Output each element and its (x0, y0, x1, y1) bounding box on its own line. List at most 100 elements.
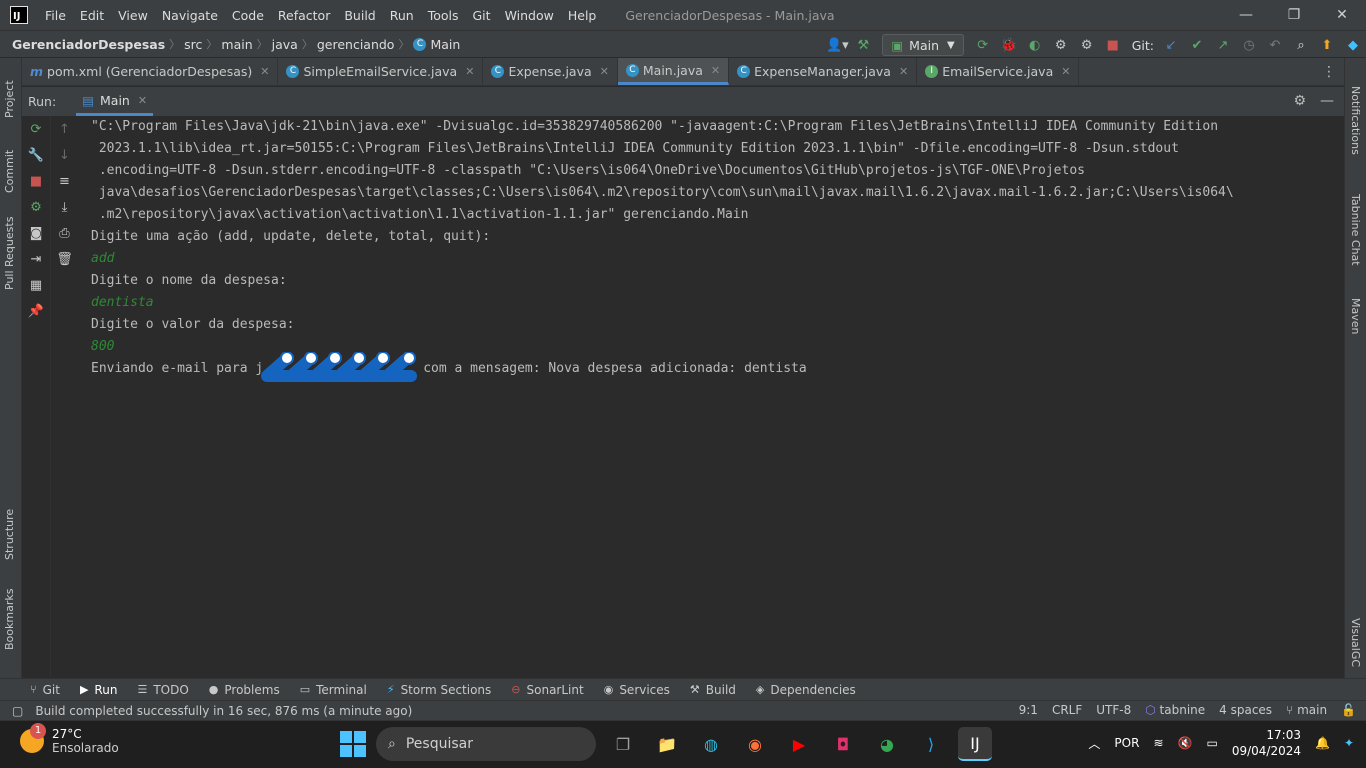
taskbar-search[interactable]: ⌕ Pesquisar (376, 727, 596, 761)
git-branch-widget[interactable]: ⑂ main (1286, 703, 1327, 717)
instagram-icon[interactable]: ◘ (826, 727, 860, 761)
jetbrains-ai-icon[interactable]: ◆ (1340, 32, 1366, 58)
bottom-tab-run[interactable]: ▶ Run (80, 683, 117, 697)
rerun-icon[interactable]: ⟳ (970, 32, 996, 58)
intellij-logo-icon[interactable]: IJ (10, 6, 28, 24)
windows-start-icon[interactable] (340, 731, 366, 757)
scroll-to-end-icon[interactable]: ⤓ (54, 194, 76, 220)
breadcrumb-main[interactable]: main (221, 37, 252, 52)
close-icon[interactable]: ✕ (138, 94, 147, 107)
caret-position[interactable]: 9:1 (1019, 703, 1038, 717)
maven-tool-button[interactable]: Maven (1349, 298, 1362, 334)
update-icon[interactable]: ⬆ (1314, 32, 1340, 58)
menu-code[interactable]: Code (225, 8, 271, 23)
menu-window[interactable]: Window (498, 8, 561, 23)
notifications-tool-button[interactable]: Notifications (1349, 86, 1362, 155)
arrow-up-icon[interactable]: ↑ (54, 116, 76, 142)
close-icon[interactable]: ✕ (260, 65, 269, 78)
trash-icon[interactable]: 🗑 (54, 246, 76, 272)
git-push-icon[interactable]: ↗ (1210, 32, 1236, 58)
breadcrumb-project[interactable]: GerenciadorDespesas (12, 37, 165, 52)
hammer-build-icon[interactable]: ⚒ (850, 32, 876, 58)
restore-button[interactable]: ❐ (1270, 0, 1318, 30)
user-icon[interactable]: 👤▾ (824, 32, 850, 58)
tab-expense[interactable]: C Expense.java ✕ (483, 58, 618, 85)
lock-icon[interactable]: 🔓 (1341, 703, 1356, 717)
more-vertical-icon[interactable]: ⋮ (1322, 64, 1336, 80)
tab-main[interactable]: C Main.java ✕ (617, 58, 730, 85)
bottom-tab-problems[interactable]: ● Problems (209, 683, 280, 697)
menu-edit[interactable]: Edit (73, 8, 111, 23)
hide-panel-icon[interactable]: — (1320, 93, 1334, 109)
chevron-up-icon[interactable]: ︿ (1088, 735, 1100, 752)
bottom-tab-build[interactable]: ⚒ Build (690, 683, 736, 697)
bottom-tab-terminal[interactable]: ▭ Terminal (300, 683, 367, 697)
close-icon[interactable]: ✕ (1061, 65, 1070, 78)
menu-help[interactable]: Help (561, 8, 604, 23)
close-button[interactable]: ✕ (1318, 0, 1366, 30)
rerun-icon[interactable]: ⟳ (25, 116, 47, 142)
bottom-tab-services[interactable]: ◉ Services (604, 683, 670, 697)
stop-icon[interactable]: ■ (25, 168, 47, 194)
tabnine-chat-tool-button[interactable]: Tabnine Chat (1349, 194, 1362, 266)
menu-build[interactable]: Build (337, 8, 382, 23)
settings-gear-icon[interactable]: ⚙ (1293, 93, 1306, 109)
history-icon[interactable]: ◷ (1236, 32, 1262, 58)
menu-navigate[interactable]: Navigate (155, 8, 225, 23)
stop-icon[interactable]: ■ (1100, 32, 1126, 58)
run-tab-main[interactable]: ▤ Main ✕ (76, 87, 154, 116)
print-icon[interactable]: ⎙ (54, 220, 76, 246)
chrome-icon[interactable]: ◕ (870, 727, 904, 761)
menu-git[interactable]: Git (466, 8, 498, 23)
bookmarks-tool-button[interactable]: Bookmarks (3, 589, 16, 650)
menu-file[interactable]: File (38, 8, 73, 23)
file-explorer-icon[interactable]: 📁 (650, 727, 684, 761)
soft-wrap-icon[interactable]: ≡ (54, 168, 76, 194)
wifi-icon[interactable]: ≋ (1153, 736, 1163, 750)
close-icon[interactable]: ✕ (899, 65, 908, 78)
git-commit-icon[interactable]: ✔ (1184, 32, 1210, 58)
breadcrumb-src[interactable]: src (184, 37, 202, 52)
bottom-tab-sonarlint[interactable]: ⊖ SonarLint (511, 683, 583, 697)
firefox-icon[interactable]: ◉ (738, 727, 772, 761)
commit-tool-button[interactable]: Commit (3, 150, 16, 193)
breadcrumb-java[interactable]: java (272, 37, 298, 52)
search-icon[interactable]: ⌕ (1288, 32, 1314, 58)
clock[interactable]: 17:03 09/04/2024 (1232, 727, 1301, 759)
pull-requests-tool-button[interactable]: Pull Requests (3, 217, 16, 290)
minimize-button[interactable]: — (1222, 0, 1270, 30)
bottom-tab-dependencies[interactable]: ◈ Dependencies (756, 683, 856, 697)
breadcrumb-package[interactable]: gerenciando (317, 37, 395, 52)
vscode-icon[interactable]: ⟩ (914, 727, 948, 761)
restore-layout-icon[interactable]: ⚙ (25, 194, 47, 220)
bottom-tab-todo[interactable]: ☰ TODO (137, 683, 188, 697)
copilot-icon[interactable]: ✦ (1344, 736, 1354, 750)
line-separator[interactable]: CRLF (1052, 703, 1082, 717)
task-view-icon[interactable]: ❐ (606, 727, 640, 761)
close-icon[interactable]: ✕ (711, 64, 720, 77)
weather-widget[interactable]: 1 27°C Ensolarado (20, 723, 119, 755)
debug-icon[interactable]: 🐞 (996, 32, 1022, 58)
git-update-icon[interactable]: ↙ (1158, 32, 1184, 58)
rollback-icon[interactable]: ↶ (1262, 32, 1288, 58)
menu-view[interactable]: View (111, 8, 155, 23)
breadcrumb-class[interactable]: Main (430, 37, 460, 52)
close-icon[interactable]: ✕ (465, 65, 474, 78)
pin-icon[interactable]: 📌 (25, 298, 47, 324)
visualgc-tool-button[interactable]: VisualGC (1349, 618, 1362, 667)
structure-tool-button[interactable]: Structure (3, 509, 16, 560)
intellij-taskbar-icon[interactable]: IJ (958, 727, 992, 761)
bottom-tab-storm-sections[interactable]: ⚡ Storm Sections (387, 683, 491, 697)
project-tool-button[interactable]: Project (3, 80, 16, 118)
tab-email-service[interactable]: I EmailService.java ✕ (917, 58, 1080, 85)
battery-icon[interactable]: ▭ (1206, 736, 1217, 750)
notification-bell-icon[interactable]: 🔔 (1315, 736, 1330, 750)
tabnine-widget[interactable]: ⬡ tabnine (1145, 703, 1205, 717)
tab-pom-xml[interactable]: m pom.xml (GerenciadorDespesas) ✕ (22, 58, 279, 85)
run-configuration-select[interactable]: ▣ Main ▼ (882, 34, 964, 56)
bottom-tab-git[interactable]: ⑂ Git (30, 683, 60, 697)
attach-icon[interactable]: ⚙ (1074, 32, 1100, 58)
menu-run[interactable]: Run (383, 8, 421, 23)
menu-tools[interactable]: Tools (421, 8, 466, 23)
panel-toggle-icon[interactable]: ▢ (12, 704, 23, 718)
